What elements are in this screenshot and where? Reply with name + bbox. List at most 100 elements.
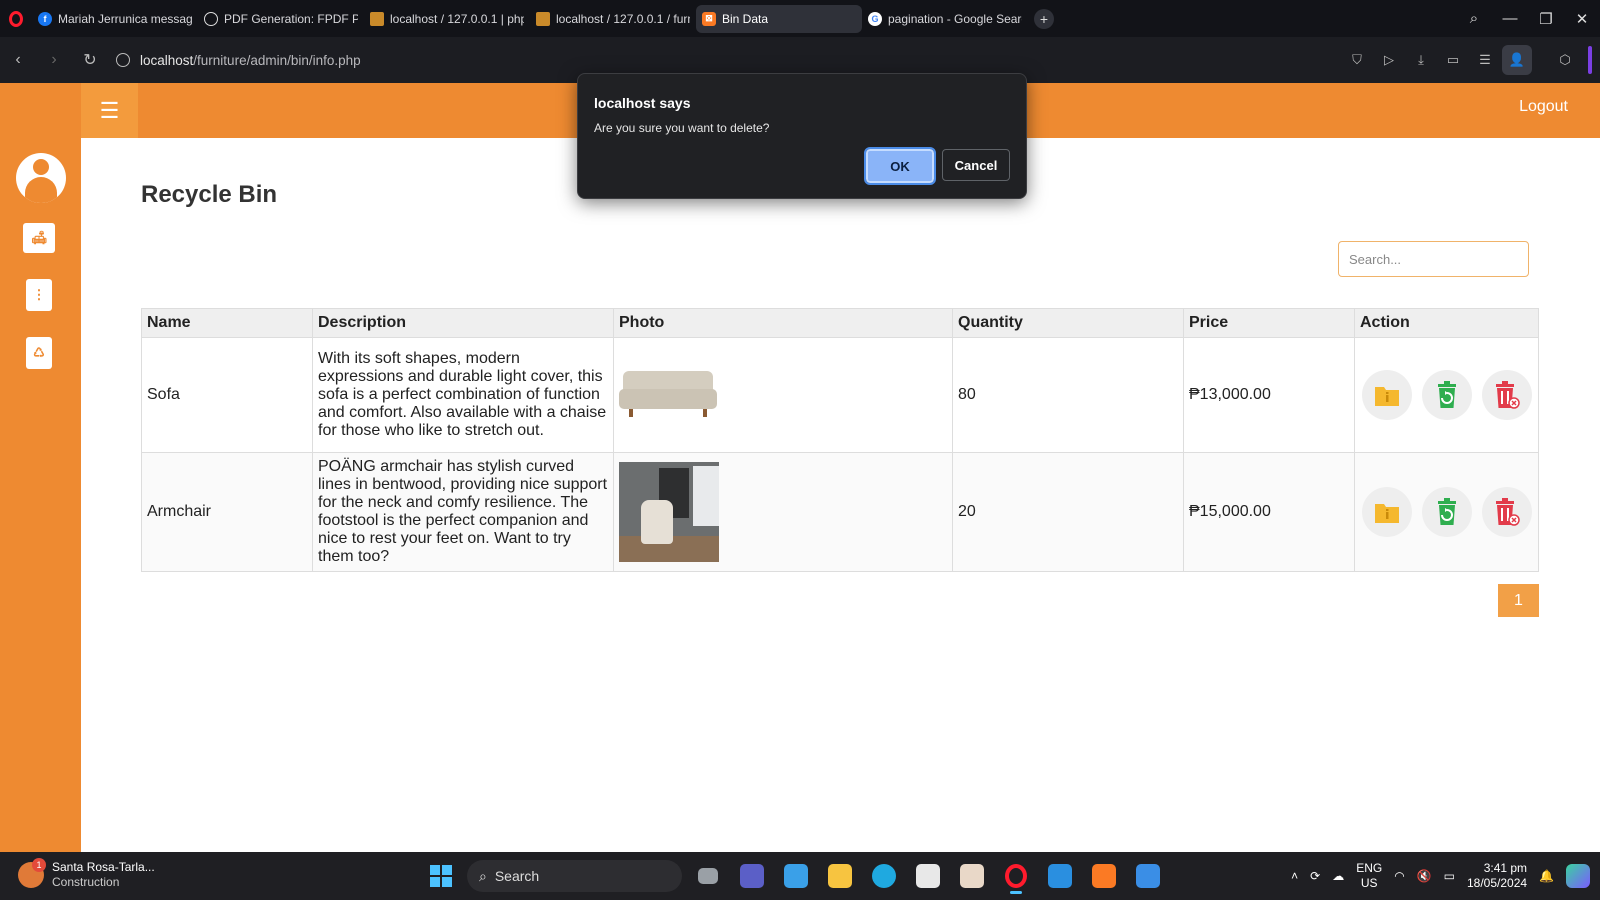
info-button[interactable] — [1362, 370, 1412, 420]
task-view-icon[interactable] — [690, 858, 726, 894]
profile-icon[interactable]: 👤 — [1502, 45, 1532, 75]
xampp-icon: ⊠ — [702, 11, 716, 26]
tab-label: localhost / 127.0.0.1 | php — [390, 11, 524, 26]
browser-tab-strip: f Mariah Jerrunica message PDF Generatio… — [0, 0, 1600, 37]
confirm-dialog: localhost says Are you sure you want to … — [577, 73, 1027, 199]
delete-button[interactable] — [1482, 370, 1532, 420]
info-button[interactable] — [1362, 487, 1412, 537]
extensions-icon[interactable]: ⬡ — [1550, 45, 1580, 75]
logout-link[interactable]: Logout — [1519, 98, 1568, 116]
edge-icon[interactable] — [866, 858, 902, 894]
download-icon[interactable]: ⤓ — [1406, 45, 1436, 75]
windows-start-icon[interactable] — [423, 858, 459, 894]
clock-date: 18/05/2024 — [1466, 876, 1528, 890]
armchair-photo — [619, 462, 719, 562]
taskbar-search-label: Search — [494, 868, 540, 884]
pagination-page-button[interactable]: 1 — [1498, 584, 1539, 617]
table-header-row: Name Description Photo Quantity Price Ac… — [141, 308, 1539, 338]
cell-price: ₱13,000.00 — [1183, 337, 1355, 453]
phpmyadmin-icon — [370, 11, 384, 26]
sofa-photo — [619, 365, 719, 425]
onedrive-icon[interactable]: ☁ — [1332, 869, 1344, 883]
clock-time: 3:41 pm — [1483, 861, 1528, 875]
tab-bin-data[interactable]: ⊠ Bin Data — [696, 4, 862, 33]
reload-icon[interactable]: ↻ — [72, 42, 108, 78]
minimize-icon[interactable]: — — [1492, 0, 1528, 37]
avatar[interactable] — [16, 153, 66, 203]
trash-delete-icon — [1496, 381, 1520, 409]
search-tabs-icon[interactable]: ⌕ — [1456, 0, 1492, 37]
furniture-icon[interactable]: 🛋 — [22, 221, 56, 255]
shield-icon[interactable]: ⛉ — [1342, 45, 1372, 75]
language-indicator[interactable]: ENG US — [1356, 861, 1382, 891]
browser-toolbar: ⛉ ▷ ⤓ ▭ ☰ 👤 ⬡ — [1342, 37, 1592, 83]
restore-button[interactable] — [1422, 487, 1472, 537]
vscode-icon[interactable] — [1042, 858, 1078, 894]
openai-icon — [204, 11, 218, 26]
delete-button[interactable] — [1482, 487, 1532, 537]
globe-icon — [116, 53, 130, 67]
store-icon[interactable] — [910, 858, 946, 894]
header-description: Description — [312, 308, 614, 338]
xampp-icon[interactable] — [1086, 858, 1122, 894]
restore-button[interactable] — [1422, 370, 1472, 420]
tab-pdf-generation[interactable]: PDF Generation: FPDF PHP — [198, 5, 364, 33]
window-controls: ⌕ — ❐ ✕ — [1456, 0, 1600, 37]
folder-info-icon — [1375, 504, 1399, 523]
remote-desktop-icon[interactable] — [778, 858, 814, 894]
cancel-button[interactable]: Cancel — [942, 149, 1010, 181]
restore-bin-icon — [1438, 381, 1456, 408]
taskbar-apps: ⌕ Search — [423, 857, 1166, 895]
easy-setup-icon[interactable]: ☰ — [1470, 45, 1500, 75]
cell-quantity: 20 — [952, 452, 1184, 572]
battery-icon[interactable]: ▭ — [1444, 869, 1455, 883]
new-tab-button[interactable]: + — [1034, 8, 1054, 29]
cell-name: Sofa — [141, 337, 313, 453]
volume-muted-icon[interactable]: 🔇 — [1417, 869, 1432, 883]
recycle-icon[interactable]: ♺ — [22, 336, 56, 370]
windows-taskbar: 1 Santa Rosa-Tarla... Construction ⌕ Sea… — [0, 852, 1600, 900]
file-explorer-icon[interactable] — [822, 858, 858, 894]
url-field[interactable]: localhost/furniture/admin/bin/info.php — [116, 53, 361, 68]
weather-title: Santa Rosa-Tarla... — [52, 860, 155, 874]
play-icon[interactable]: ▷ — [1374, 45, 1404, 75]
facebook-icon: f — [38, 11, 52, 26]
back-icon[interactable]: ‹ — [0, 42, 36, 78]
ok-button[interactable]: OK — [864, 147, 936, 185]
recycle-bin-table: Name Description Photo Quantity Price Ac… — [141, 308, 1539, 572]
sync-icon[interactable]: ⟳ — [1310, 869, 1320, 883]
tab-phpmyadmin-1[interactable]: localhost / 127.0.0.1 | php — [364, 5, 530, 33]
chevron-up-icon[interactable]: ˄ — [1291, 869, 1298, 883]
clock[interactable]: 3:41 pm 18/05/2024 — [1467, 861, 1527, 891]
forward-icon[interactable]: › — [36, 42, 72, 78]
hamburger-icon[interactable]: ☰ — [81, 83, 138, 138]
cell-name: Armchair — [141, 452, 313, 572]
weather-subtitle: Construction — [52, 875, 120, 889]
taskbar-search[interactable]: ⌕ Search — [467, 860, 682, 892]
weather-icon: 1 — [18, 858, 46, 888]
header-price: Price — [1183, 308, 1355, 338]
dialog-title: localhost says — [594, 95, 691, 111]
opera-icon[interactable] — [998, 858, 1034, 894]
teams-icon[interactable] — [734, 858, 770, 894]
search-input[interactable] — [1338, 241, 1529, 277]
document-icon[interactable]: ⋮ — [22, 278, 56, 312]
notification-bell-icon[interactable]: 🔔 — [1539, 869, 1554, 883]
weather-widget[interactable]: 1 Santa Rosa-Tarla... Construction — [18, 858, 155, 890]
close-window-icon[interactable]: ✕ — [1564, 0, 1600, 37]
paint-icon[interactable] — [1130, 858, 1166, 894]
wifi-icon[interactable]: ◠ — [1394, 869, 1404, 883]
page-title: Recycle Bin — [141, 181, 278, 208]
opera-logo-icon[interactable] — [0, 0, 32, 37]
tab-phpmyadmin-2[interactable]: localhost / 127.0.0.1 / furn — [530, 5, 696, 33]
tab-facebook[interactable]: f Mariah Jerrunica message — [32, 5, 198, 33]
header-action: Action — [1354, 308, 1539, 338]
snapshot-icon[interactable]: ▭ — [1438, 45, 1468, 75]
cell-description: POÄNG armchair has stylish curved lines … — [312, 452, 614, 572]
anime-app-icon[interactable] — [954, 858, 990, 894]
cell-actions — [1354, 337, 1539, 453]
trash-delete-icon — [1496, 498, 1520, 526]
restore-icon[interactable]: ❐ — [1528, 0, 1564, 37]
tab-google-search[interactable]: G pagination - Google Searc — [862, 5, 1028, 33]
copilot-icon[interactable] — [1566, 864, 1590, 888]
